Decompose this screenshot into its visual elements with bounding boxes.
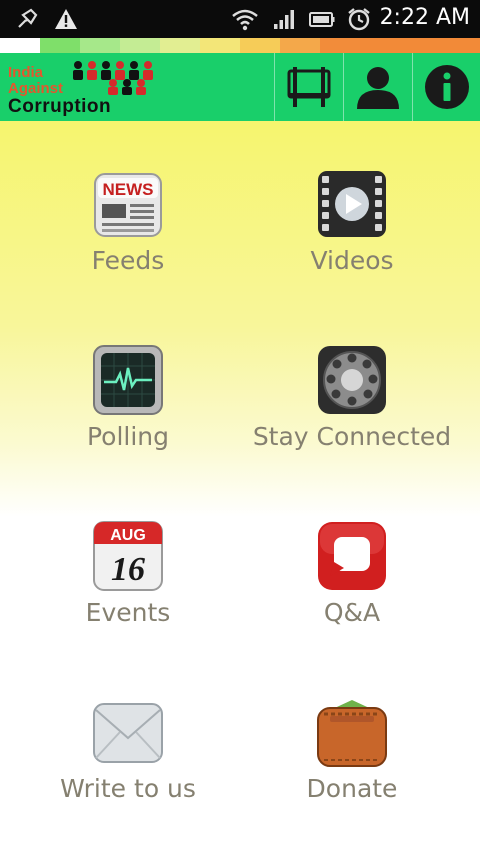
app-header: India Against Corruption	[0, 53, 480, 121]
wallet-icon	[317, 700, 387, 767]
menu-tile-events[interactable]: AUG 16 Events	[8, 520, 248, 660]
logo-text-india: India	[8, 64, 44, 81]
app-logo: India Against Corruption	[6, 59, 154, 117]
signal-icon	[272, 7, 296, 35]
logo-text-corruption: Corruption	[8, 96, 112, 117]
status-time: 2:22 AM	[379, 5, 470, 30]
news-icon: NEWS	[94, 173, 162, 237]
menu-label-stay-connected: Stay Connected	[252, 422, 452, 451]
main-menu-grid: NEWS Feeds Videos Polling Stay Connected…	[0, 121, 480, 854]
status-bar: 2:22 AM	[0, 0, 480, 38]
board-icon	[287, 67, 331, 107]
menu-tile-donate[interactable]: Donate	[232, 696, 472, 836]
film-icon	[318, 171, 386, 237]
board-button[interactable]	[274, 53, 343, 121]
menu-label-qa: Q&A	[323, 598, 381, 627]
menu-tile-stay-connected[interactable]: Stay Connected	[232, 344, 472, 484]
menu-label-videos: Videos	[310, 246, 394, 275]
menu-label-write-to-us: Write to us	[60, 774, 196, 803]
calendar-icon: AUG 16	[93, 521, 163, 591]
calendar-month: AUG	[110, 527, 146, 544]
profile-icon	[357, 67, 399, 109]
warning-icon	[54, 7, 78, 35]
battery-icon	[309, 7, 335, 35]
color-strip	[0, 38, 480, 53]
logo-people-icon	[73, 61, 153, 95]
calendar-day: 16	[111, 551, 145, 588]
menu-tile-polling[interactable]: Polling	[8, 344, 248, 484]
wifi-icon	[232, 7, 258, 35]
info-button[interactable]	[412, 53, 480, 121]
menu-label-donate: Donate	[306, 774, 398, 803]
menu-label-events: Events	[85, 598, 171, 627]
speech-bubble-icon	[318, 522, 386, 590]
envelope-icon	[93, 703, 163, 763]
monitor-icon	[93, 345, 163, 415]
menu-tile-qa[interactable]: Q&A	[232, 520, 472, 660]
usb-debug-icon	[16, 7, 40, 35]
menu-label-feeds: Feeds	[91, 246, 165, 275]
menu-tile-videos[interactable]: Videos	[232, 168, 472, 308]
info-icon	[425, 65, 469, 109]
menu-tile-feeds[interactable]: NEWS Feeds	[8, 168, 248, 308]
svg-text:NEWS: NEWS	[103, 180, 154, 199]
rotary-phone-icon	[318, 346, 386, 414]
menu-tile-write-to-us[interactable]: Write to us	[8, 696, 248, 836]
menu-label-polling: Polling	[86, 422, 170, 451]
logo-text-against: Against	[8, 80, 64, 97]
profile-button[interactable]	[343, 53, 412, 121]
alarm-icon	[346, 7, 372, 35]
